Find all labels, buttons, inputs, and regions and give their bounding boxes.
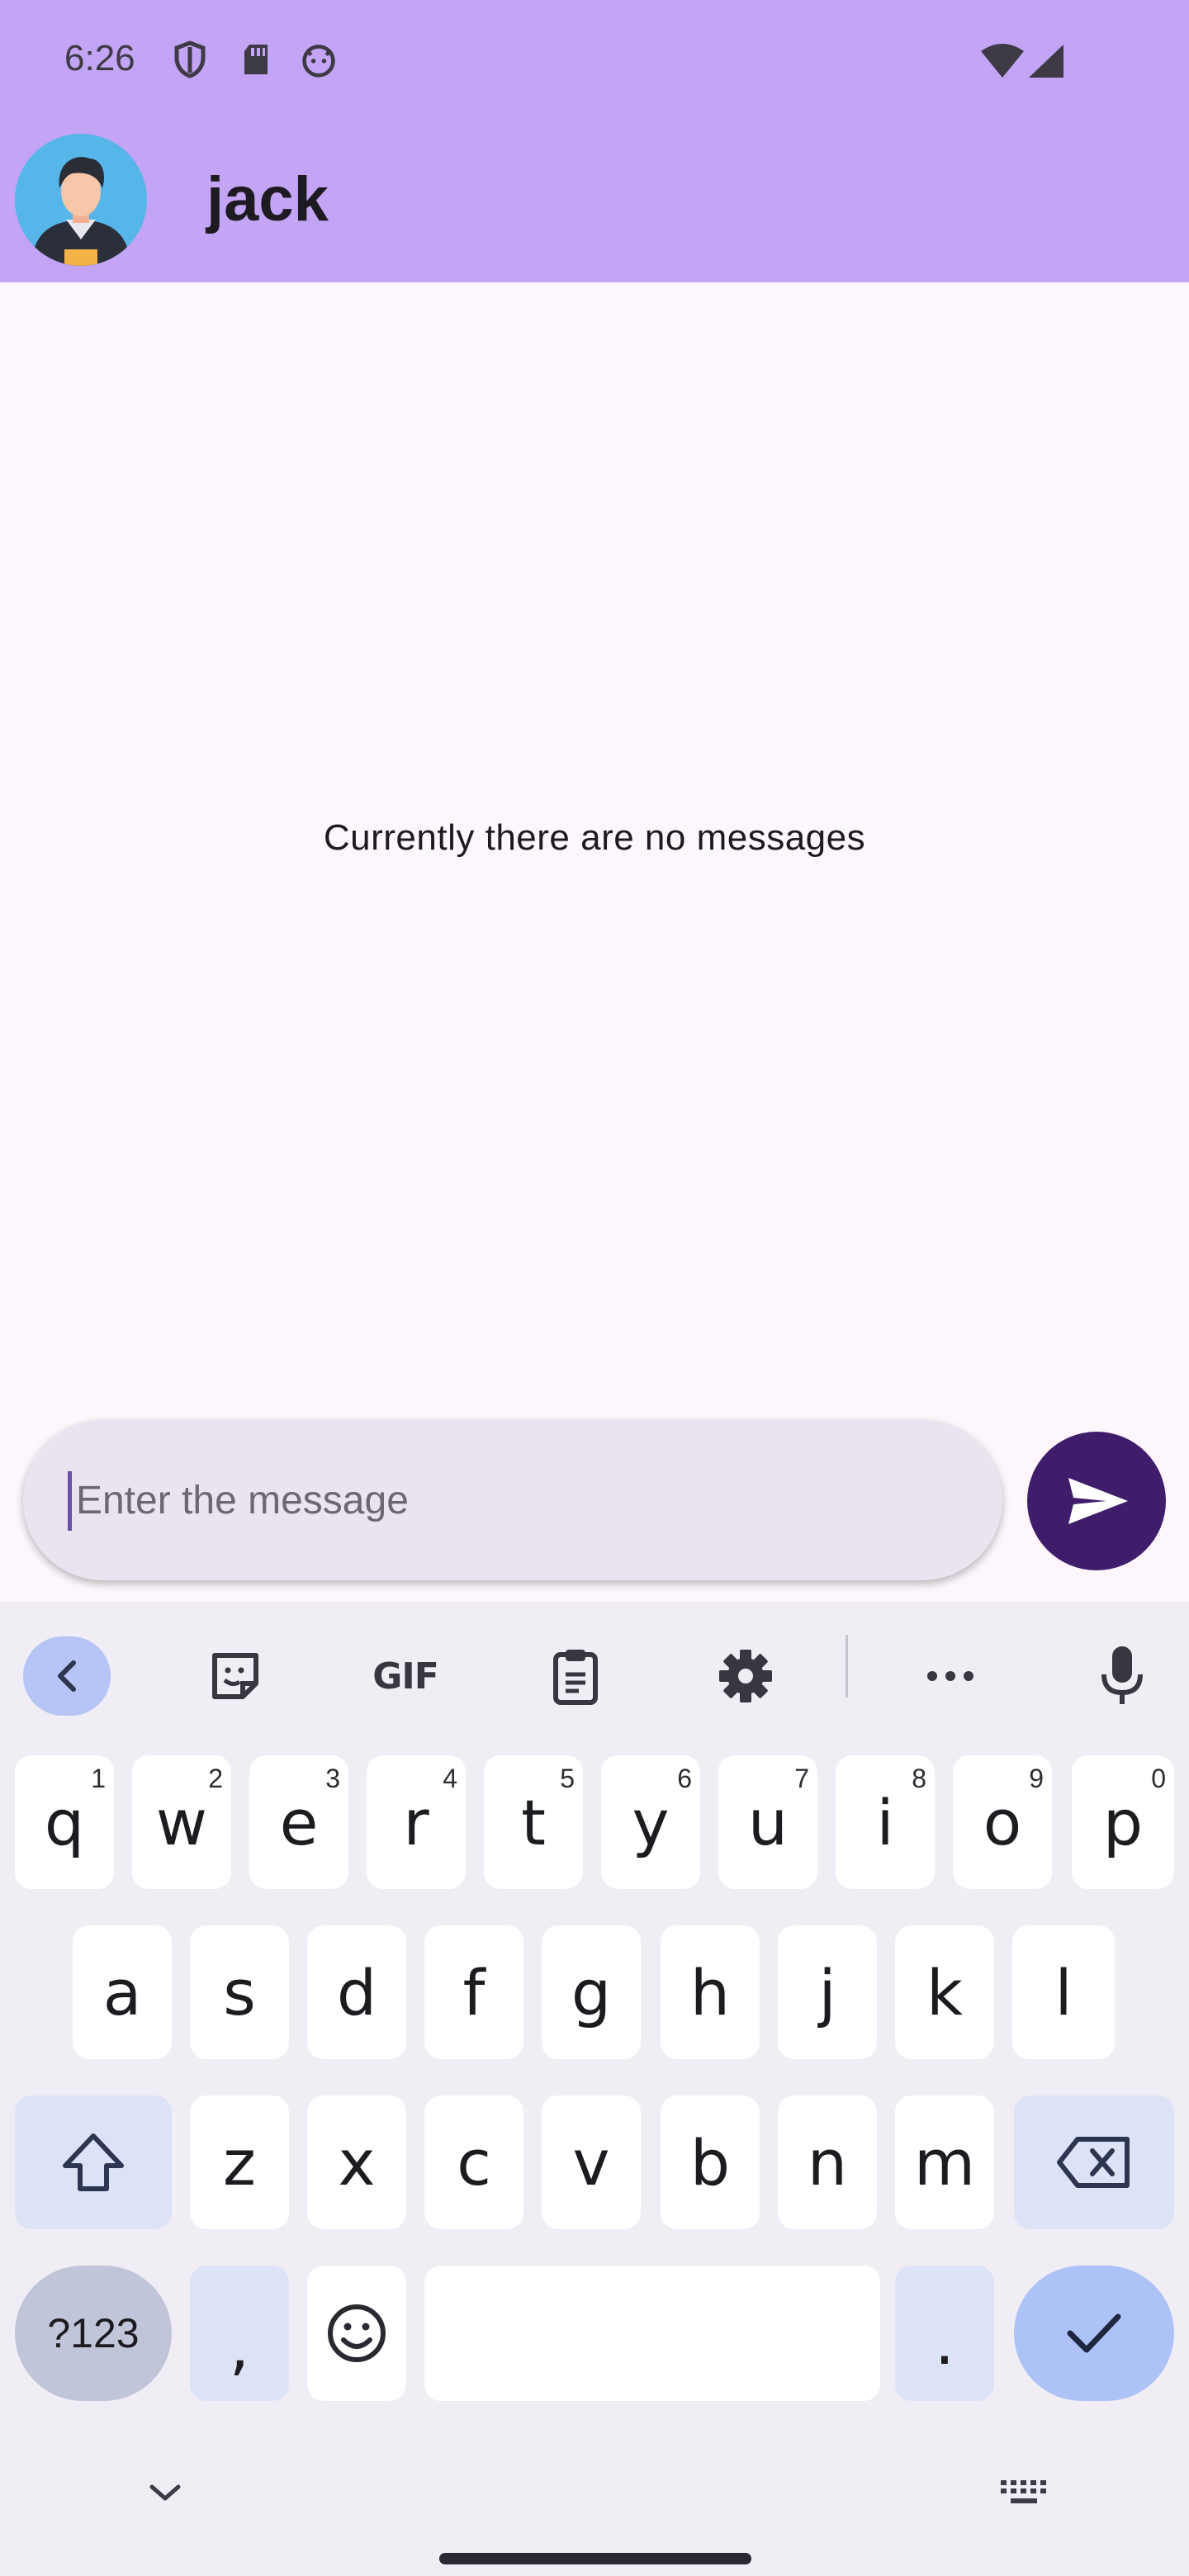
text-cursor <box>68 1471 72 1531</box>
key-o[interactable]: o9 <box>953 1755 1052 1889</box>
hide-keyboard-chevron-icon[interactable] <box>147 2480 183 2505</box>
key-c[interactable]: c <box>424 2095 523 2229</box>
send-button[interactable] <box>1027 1432 1166 1570</box>
key-e[interactable]: e3 <box>249 1755 348 1889</box>
keyboard-settings-button[interactable] <box>700 1635 791 1717</box>
clipboard-button[interactable] <box>530 1635 621 1717</box>
key-l[interactable]: l <box>1012 1925 1115 2059</box>
key-v[interactable]: v <box>542 2095 641 2229</box>
key-n[interactable]: n <box>778 2095 877 2229</box>
message-input[interactable] <box>69 1453 961 1547</box>
key-d[interactable]: d <box>307 1925 406 2059</box>
key-j[interactable]: j <box>778 1925 877 2059</box>
key-q[interactable]: q1 <box>15 1755 114 1889</box>
soft-keyboard: GIF q 1 w 2 e 3 r 4 t 5 y 6 u 7 i 8 o 9 … <box>0 1602 1189 2576</box>
avatar-image <box>15 134 147 266</box>
more-options-button[interactable] <box>905 1635 996 1717</box>
key-b[interactable]: b <box>661 2095 760 2229</box>
emoji-key[interactable] <box>307 2266 406 2401</box>
key-y[interactable]: y6 <box>601 1755 700 1889</box>
checkmark-icon <box>1067 2313 1121 2353</box>
message-composer <box>23 1420 1002 1580</box>
home-gesture-bar[interactable] <box>439 2553 751 2564</box>
key-a[interactable]: a <box>73 1925 172 2059</box>
toolbar-divider <box>846 1635 848 1698</box>
key-s[interactable]: s <box>190 1925 289 2059</box>
backspace-key[interactable] <box>1014 2095 1174 2229</box>
key-x[interactable]: x <box>307 2095 406 2229</box>
comma-key[interactable]: , <box>190 2266 289 2401</box>
sticker-icon <box>212 1653 258 1699</box>
key-g[interactable]: g <box>542 1925 641 2059</box>
mic-icon <box>1101 1646 1143 1704</box>
keyboard-switch-icon[interactable] <box>999 2479 1049 2508</box>
settings-gear-icon <box>719 1650 772 1702</box>
keyboard-toolbar: GIF <box>0 1602 1189 1734</box>
gif-button[interactable]: GIF <box>360 1635 451 1717</box>
key-r[interactable]: r4 <box>367 1755 466 1889</box>
cellular-signal-icon <box>1029 45 1063 78</box>
key-w[interactable]: w2 <box>132 1755 231 1889</box>
symbols-key[interactable]: ?123 <box>15 2266 172 2401</box>
key-k[interactable]: k <box>895 1925 994 2059</box>
contact-avatar[interactable] <box>15 134 147 266</box>
clipboard-icon <box>553 1650 598 1705</box>
emoji-icon <box>328 2304 386 2362</box>
shift-icon <box>63 2133 124 2191</box>
status-time: 6:26 <box>64 38 135 78</box>
back-icon <box>58 1660 76 1692</box>
space-key[interactable] <box>424 2266 880 2401</box>
key-t[interactable]: t5 <box>484 1755 583 1889</box>
wifi-icon <box>981 44 1024 78</box>
shield-icon <box>174 40 206 78</box>
enter-key[interactable] <box>1014 2266 1174 2401</box>
backspace-icon <box>1057 2137 1130 2188</box>
empty-conversation-text: Currently there are no messages <box>323 817 866 858</box>
key-m[interactable]: m <box>895 2095 994 2229</box>
app-bar: 6:26 jack <box>0 0 1189 282</box>
key-h[interactable]: h <box>661 1925 760 2059</box>
sticker-button[interactable] <box>190 1635 281 1717</box>
key-z[interactable]: z <box>190 2095 289 2229</box>
key-p[interactable]: p0 <box>1072 1755 1174 1889</box>
navigation-bar <box>0 2444 1189 2576</box>
key-u[interactable]: u7 <box>718 1755 817 1889</box>
android-face-icon <box>302 45 335 78</box>
send-icon <box>1068 1478 1128 1524</box>
shift-key[interactable] <box>15 2095 172 2229</box>
toolbar-back-button[interactable] <box>23 1636 111 1716</box>
sd-card-icon <box>244 45 268 74</box>
contact-name: jack <box>206 164 329 234</box>
gif-icon: GIF <box>372 1655 439 1698</box>
voice-input-button[interactable] <box>1077 1635 1168 1717</box>
key-f[interactable]: f <box>424 1925 523 2059</box>
period-key[interactable]: . <box>895 2266 994 2401</box>
key-i[interactable]: i8 <box>836 1755 935 1889</box>
more-icon <box>927 1671 973 1681</box>
